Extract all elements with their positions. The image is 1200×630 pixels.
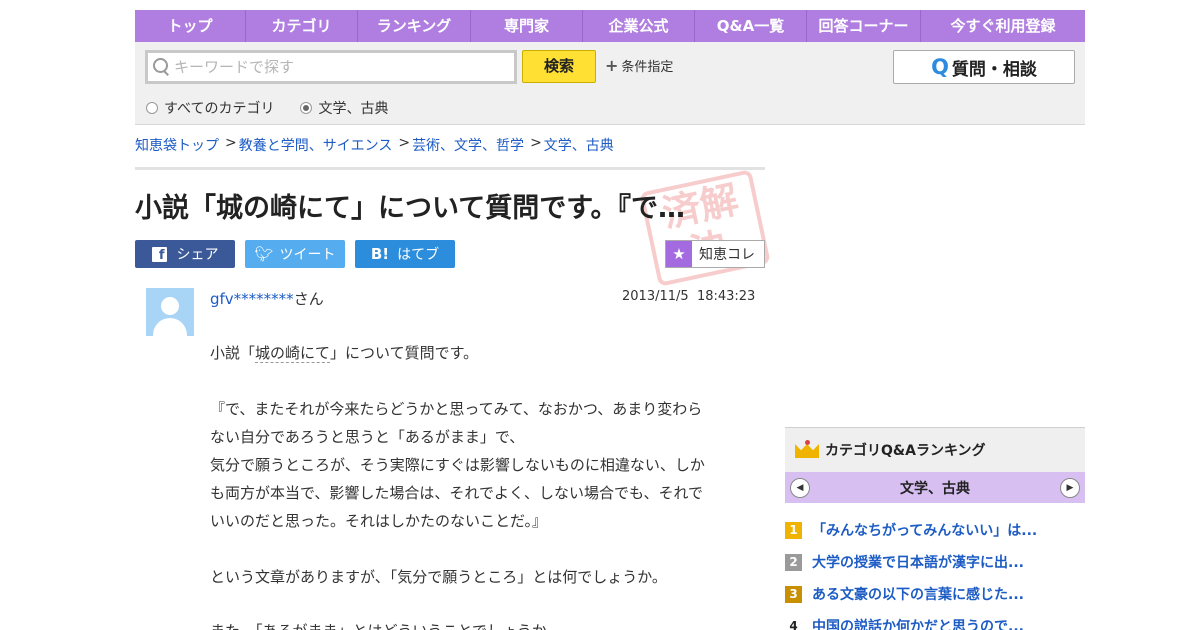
twitter-icon: 🐦︎ <box>254 245 274 263</box>
crown-icon <box>795 440 819 460</box>
chie-colle-label: 知恵コレ <box>699 247 755 263</box>
ranking-item: 2 大学の授業で日本語が漢字に出... <box>785 552 1085 572</box>
breadcrumb-separator: > <box>530 135 542 151</box>
text-fragment: 」について質問です。 <box>330 344 479 362</box>
share-facebook-button[interactable]: f シェア <box>135 240 235 268</box>
ranking-header: カテゴリQ&Aランキング <box>785 427 1085 472</box>
global-nav: トップ カテゴリ ランキング 専門家 企業公式 Q&A一覧 回答コーナー 今すぐ… <box>135 10 1085 42</box>
plus-icon: + <box>605 56 619 75</box>
nav-qa-list[interactable]: Q&A一覧 <box>695 10 807 42</box>
breadcrumb-item[interactable]: 教養と学問、サイエンス <box>239 135 393 155</box>
rank-badge: 1 <box>785 521 802 539</box>
rank-badge: 3 <box>785 585 802 603</box>
facebook-icon: f <box>151 246 167 263</box>
question-body-line: 気分で願うところが、そう実際にすぐは影響しないものに相違ない、しか <box>210 456 705 474</box>
question-body-line: も両方が本当で、影響した場合は、それでよく、しない場合でも、それで <box>210 484 704 502</box>
share-twitter-button[interactable]: 🐦︎ ツイート <box>245 240 345 268</box>
breadcrumb: 知恵袋トップ > 教養と学問、サイエンス > 芸術、文学、哲学 > 文学、古典 <box>135 135 614 155</box>
ranking-category-bar: ◀ 文学、古典 ▶ <box>785 472 1085 503</box>
nav-register[interactable]: 今すぐ利用登録 <box>921 10 1085 42</box>
breadcrumb-item[interactable]: 文学、古典 <box>544 135 614 155</box>
question-body-line: また、「あるがまま」とはどういうことでしょうか。 <box>210 620 562 630</box>
ranking-prev-button[interactable]: ◀ <box>790 477 810 498</box>
keyword-link[interactable]: 城の崎にて <box>255 344 331 363</box>
radio-all-label: すべてのカテゴリ <box>164 101 275 117</box>
question-body-line: 小説「城の崎にて」について質問です。 <box>210 342 478 363</box>
breadcrumb-item[interactable]: 知恵袋トップ <box>135 135 219 155</box>
divider <box>135 167 765 170</box>
ask-question-label: 質問・相談 <box>951 59 1037 80</box>
category-scope: すべてのカテゴリ 文学、古典 <box>146 98 414 118</box>
chie-colle-button[interactable]: ★ 知恵コレ <box>665 240 765 268</box>
question-body-line: いいのだと思った。それはしかたのないことだ。』 <box>210 512 548 530</box>
question-author: gfv********さん <box>210 288 324 309</box>
search-panel: 検索 + 条件指定 Q 質問・相談 すべてのカテゴリ 文学、古典 <box>135 42 1085 125</box>
ranking-item: 4 中国の説話か何かだと思うので... <box>785 616 1085 630</box>
radio-all-categories[interactable]: すべてのカテゴリ <box>146 98 274 118</box>
ranking-title: カテゴリQ&Aランキング <box>825 443 986 459</box>
search-input[interactable] <box>174 58 504 76</box>
post-datetime: 2013/11/5 18:43:23 <box>622 289 755 304</box>
question-body-line: という文章がありますが、「気分で願うところ」とは何でしょうか。 <box>210 568 667 586</box>
nav-official[interactable]: 企業公式 <box>583 10 695 42</box>
ranking-item: 3 ある文豪の以下の言葉に感じた... <box>785 584 1085 604</box>
ranking-link[interactable]: 「みんなちがってみんないい」は... <box>812 520 1037 540</box>
hatena-bookmark-icon: B! <box>370 245 390 263</box>
question-icon: Q <box>931 55 949 79</box>
nav-expert[interactable]: 専門家 <box>471 10 583 42</box>
ranking-link[interactable]: ある文豪の以下の言葉に感じた... <box>812 584 1024 604</box>
user-name-link[interactable]: gfv******** <box>210 290 294 308</box>
ranking-next-button[interactable]: ▶ <box>1060 477 1080 498</box>
conditions-label: 条件指定 <box>621 60 674 75</box>
ranking-item: 1 「みんなちがってみんないい」は... <box>785 520 1085 540</box>
question-body-line: 『で、またそれが今来たらどうかと思ってみて、なおかつ、あまり変わら <box>210 400 703 418</box>
rank-badge: 2 <box>785 553 802 571</box>
radio-off-icon <box>146 102 158 114</box>
breadcrumb-separator: > <box>225 135 237 151</box>
question-title: 小説「城の崎にて」について質問です。『で… <box>135 193 685 224</box>
radio-current-label: 文学、古典 <box>318 101 389 117</box>
radio-current-category[interactable]: 文学、古典 <box>300 98 388 118</box>
nav-category[interactable]: カテゴリ <box>246 10 358 42</box>
conditions-button[interactable]: + 条件指定 <box>605 56 673 75</box>
text-fragment: 小説「 <box>210 344 256 362</box>
breadcrumb-separator: > <box>398 135 411 151</box>
post-date: 2013/11/5 <box>622 289 689 304</box>
share-hatena-button[interactable]: B! はてブ <box>355 240 455 268</box>
user-suffix: さん <box>293 290 324 308</box>
nav-ranking[interactable]: ランキング <box>358 10 471 42</box>
post-time: 18:43:23 <box>696 289 756 304</box>
question-body-line: ない自分であろうと思うと「あるがまま」で、 <box>210 428 525 446</box>
search-box[interactable] <box>145 50 517 84</box>
ranking-link[interactable]: 中国の説話か何かだと思うので... <box>812 616 1024 630</box>
radio-on-icon <box>300 102 313 114</box>
search-button[interactable]: 検索 <box>522 50 596 83</box>
share-facebook-label: シェア <box>176 247 219 263</box>
search-icon <box>148 54 174 80</box>
star-icon: ★ <box>666 241 692 267</box>
avatar[interactable] <box>146 288 194 336</box>
ask-question-button[interactable]: Q 質問・相談 <box>893 50 1075 84</box>
breadcrumb-item[interactable]: 芸術、文学、哲学 <box>412 135 524 155</box>
nav-top[interactable]: トップ <box>135 10 246 42</box>
ranking-link[interactable]: 大学の授業で日本語が漢字に出... <box>812 552 1024 572</box>
nav-answer-corner[interactable]: 回答コーナー <box>807 10 921 42</box>
share-hatena-label: はてブ <box>397 247 440 263</box>
rank-badge: 4 <box>785 617 802 630</box>
share-twitter-label: ツイート <box>279 247 336 263</box>
ranking-category: 文学、古典 <box>900 480 970 497</box>
